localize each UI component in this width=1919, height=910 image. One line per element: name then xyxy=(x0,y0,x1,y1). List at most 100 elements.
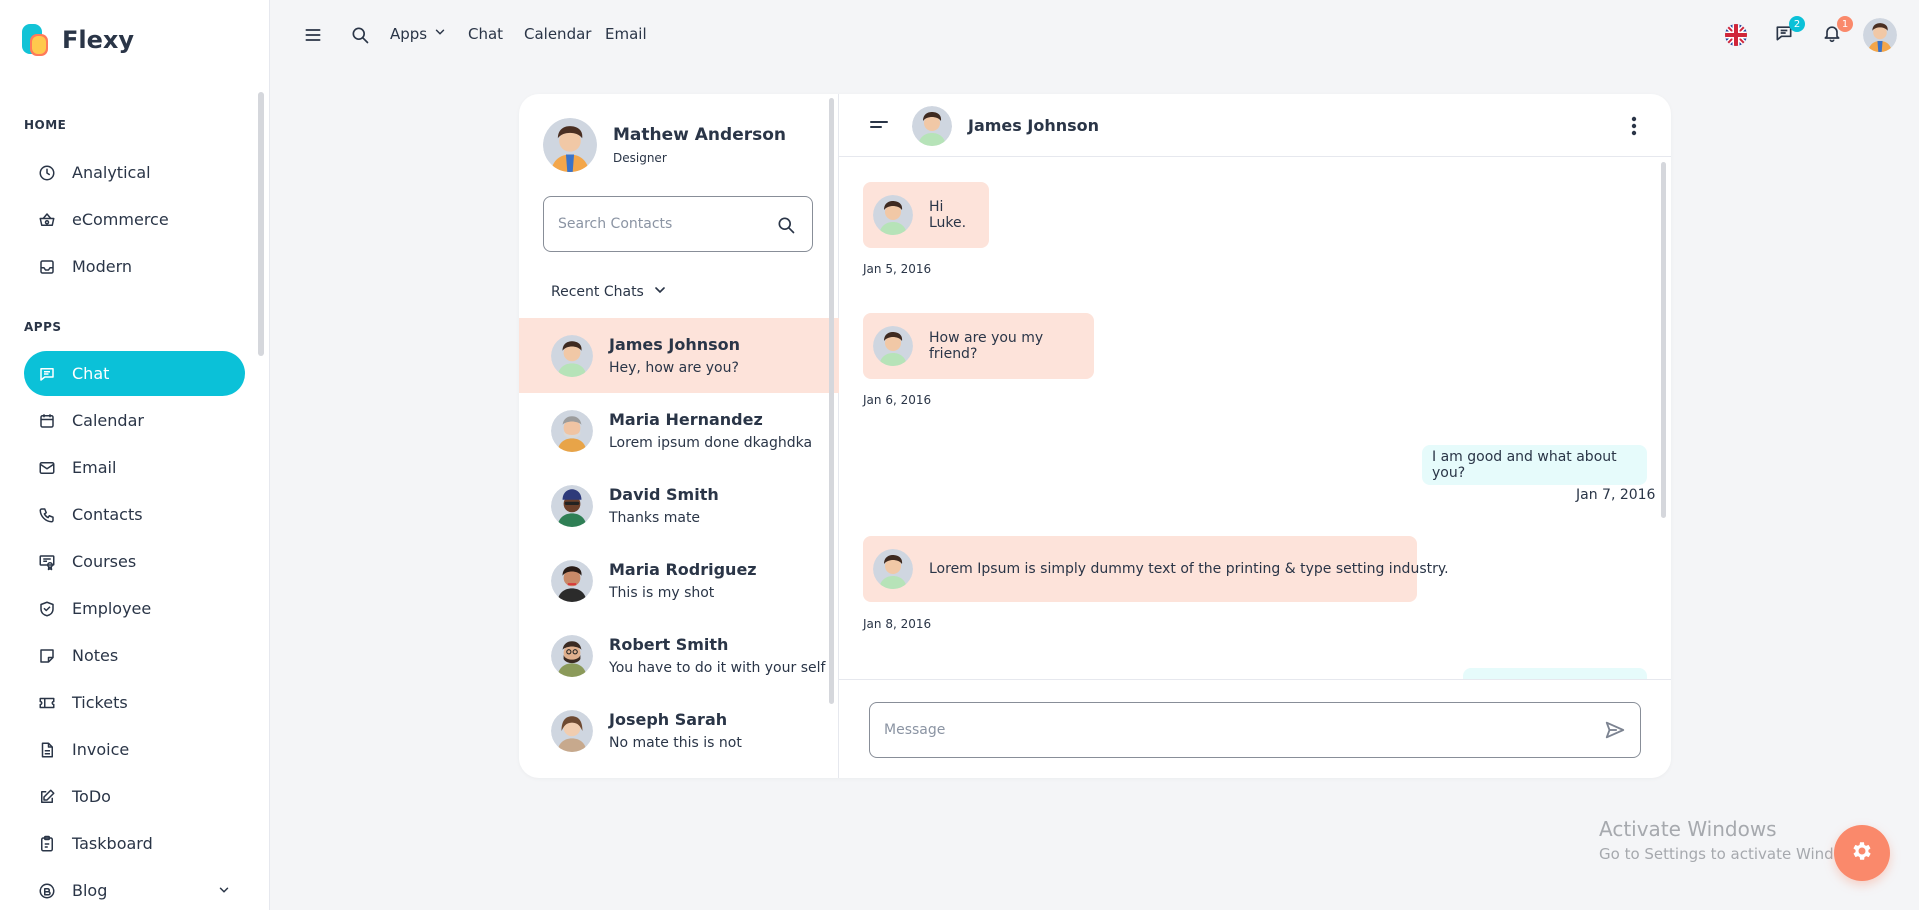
conversation-pane: James Johnson Hi Luke. Jan 5, 2016 How a… xyxy=(839,94,1671,778)
sidebar-item-employee[interactable]: Employee xyxy=(24,586,245,631)
message-icon xyxy=(38,365,56,383)
chevron-down-icon xyxy=(652,282,668,302)
sidebar-item-calendar[interactable]: Calendar xyxy=(24,398,245,443)
message-timestamp: Jan 6, 2016 xyxy=(863,393,932,407)
sidebar-item-label: Invoice xyxy=(72,740,130,759)
sidebar-item-label: Courses xyxy=(72,552,137,571)
apps-dropdown[interactable]: Apps xyxy=(390,25,447,43)
contact-item[interactable]: David Smith Thanks mate xyxy=(519,468,839,543)
sidebar-item-blog[interactable]: Blog xyxy=(24,868,245,910)
flexy-logo xyxy=(22,24,52,56)
sidebar-item-email[interactable]: Email xyxy=(24,445,245,490)
sidebar-item-ecommerce[interactable]: eCommerce xyxy=(24,197,245,242)
sidebar-item-label: Tickets xyxy=(72,693,128,712)
gear-icon xyxy=(1850,839,1874,867)
message-input[interactable]: Message xyxy=(869,702,1641,758)
avatar xyxy=(543,118,597,172)
contact-item[interactable]: Maria Hernandez Lorem ipsum done dkaghdk… xyxy=(519,393,839,468)
user-role: Designer xyxy=(613,151,667,165)
message-text: How are you my friend? xyxy=(929,330,1044,362)
contact-name: Joseph Sarah xyxy=(609,710,728,729)
brand[interactable]: Flexy xyxy=(22,24,134,56)
search-icon[interactable] xyxy=(348,23,372,47)
sidebar-item-contacts[interactable]: Contacts xyxy=(24,492,245,537)
sidebar-item-analytical[interactable]: Analytical xyxy=(24,150,245,195)
avatar xyxy=(551,334,593,377)
section-caption-home: HOME xyxy=(24,118,67,132)
user-avatar[interactable] xyxy=(1863,18,1897,52)
contact-item[interactable]: James Johnson Hey, how are you? xyxy=(519,318,839,393)
message-bubble: How are you my friend? xyxy=(863,313,1094,379)
sidebar-item-label: Calendar xyxy=(72,411,144,430)
sidebar-item-chat[interactable]: Chat xyxy=(24,351,245,396)
settings-button[interactable] xyxy=(1834,825,1890,881)
certificate-icon xyxy=(38,553,56,571)
contact-item[interactable]: Maria Rodriguez This is my shot xyxy=(519,543,839,618)
contacts-scrollbar[interactable] xyxy=(829,98,834,704)
sidebar-item-label: Modern xyxy=(72,257,133,276)
apps-label: Apps xyxy=(390,25,428,43)
contacts-pane: Mathew Anderson Designer Search Contacts… xyxy=(519,94,839,778)
search-contacts-input[interactable]: Search Contacts xyxy=(543,196,813,252)
more-vertical-icon[interactable] xyxy=(1631,116,1637,140)
topbar-link-email[interactable]: Email xyxy=(605,25,647,43)
conversation-header: James Johnson xyxy=(839,94,1671,157)
contact-name: Robert Smith xyxy=(609,635,729,654)
contact-last-message: Lorem ipsum done dkaghdka xyxy=(609,435,813,451)
toggle-contacts-icon[interactable] xyxy=(869,118,889,138)
section-caption-apps: APPS xyxy=(24,320,62,334)
search-icon[interactable] xyxy=(776,215,796,239)
contact-item[interactable]: Robert Smith You have to do it with your… xyxy=(519,618,839,693)
sidebar-item-todo[interactable]: ToDo xyxy=(24,774,245,819)
contact-item[interactable]: Joseph Sarah No mate this is not xyxy=(519,693,839,768)
sidebar-item-taskboard[interactable]: Taskboard xyxy=(24,821,245,866)
conversation-scrollbar[interactable] xyxy=(1661,162,1666,518)
message-bubble: I am good and what about you? xyxy=(1422,445,1647,485)
mail-icon xyxy=(38,459,56,477)
windows-activation-watermark: Activate Windows Go to Settings to activ… xyxy=(1599,817,1868,863)
topbar-link-calendar[interactable]: Calendar xyxy=(524,25,591,43)
edit-icon xyxy=(38,788,56,806)
contact-last-message: No mate this is not xyxy=(609,735,742,751)
user-name: Mathew Anderson xyxy=(613,125,787,145)
sidebar-item-invoice[interactable]: Invoice xyxy=(24,727,245,772)
message-composer: Message xyxy=(839,679,1671,778)
sidebar-item-label: Notes xyxy=(72,646,119,665)
brand-name: Flexy xyxy=(62,26,135,54)
avatar xyxy=(551,709,593,752)
clipboard-icon xyxy=(38,835,56,853)
sidebar-item-label: Chat xyxy=(72,364,110,383)
message-timestamp: Jan 5, 2016 xyxy=(863,262,932,276)
contact-name: James Johnson xyxy=(609,335,740,354)
chat-card: Mathew Anderson Designer Search Contacts… xyxy=(519,94,1671,778)
sidebar-item-notes[interactable]: Notes xyxy=(24,633,245,678)
sidebar-scrollbar[interactable] xyxy=(258,92,264,356)
message-text: Lorem Ipsum is simply dummy text of the … xyxy=(929,561,1449,577)
topbar-link-chat[interactable]: Chat xyxy=(468,25,503,43)
message-timestamp: Jan 7, 2016 xyxy=(1576,487,1656,503)
message-text: Hi Luke. xyxy=(929,199,967,231)
sidebar-item-tickets[interactable]: Tickets xyxy=(24,680,245,725)
contact-name: Maria Rodriguez xyxy=(609,560,757,579)
avatar xyxy=(551,409,593,452)
uk-flag-icon[interactable] xyxy=(1724,23,1748,47)
messages-badge: 2 xyxy=(1789,16,1805,32)
sidebar-item-courses[interactable]: Courses xyxy=(24,539,245,584)
messages-button[interactable]: 2 xyxy=(1772,16,1805,47)
contact-last-message: Hey, how are you? xyxy=(609,360,739,376)
search-placeholder: Search Contacts xyxy=(558,216,673,232)
topbar: Apps Chat Calendar Email 2 1 xyxy=(270,0,1919,70)
note-icon xyxy=(38,647,56,665)
menu-icon[interactable] xyxy=(301,23,325,47)
sidebar-item-modern[interactable]: Modern xyxy=(24,244,245,289)
sidebar-item-label: Taskboard xyxy=(72,834,153,853)
notifications-badge: 1 xyxy=(1837,16,1853,32)
send-icon[interactable] xyxy=(1604,719,1626,745)
recent-chats-label: Recent Chats xyxy=(551,284,644,300)
recent-chats-dropdown[interactable]: Recent Chats xyxy=(551,282,668,302)
avatar xyxy=(873,326,913,366)
inbox-icon xyxy=(38,258,56,276)
contact-last-message: Thanks mate xyxy=(609,510,701,526)
sidebar-item-label: Email xyxy=(72,458,117,477)
notifications-button[interactable]: 1 xyxy=(1820,16,1853,47)
